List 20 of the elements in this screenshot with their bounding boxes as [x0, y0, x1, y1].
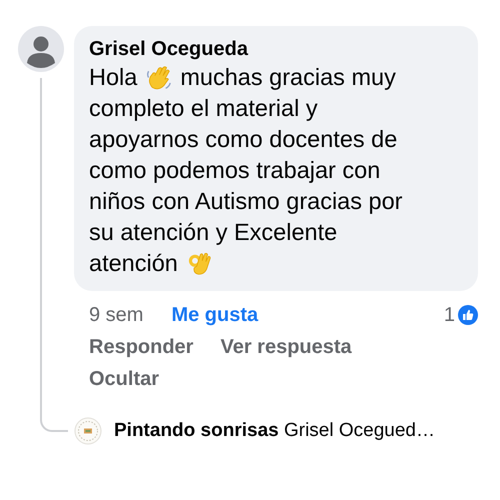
comment-text: apoyarnos como docentes de	[89, 125, 398, 154]
comment-text: niños con Autismo gracias por	[89, 187, 402, 216]
comment-text: atención	[89, 249, 178, 278]
comment-time: 9 sem	[89, 303, 144, 328]
action-link[interactable]: Ver respuesta	[220, 331, 352, 363]
comment-text: su atención y Excelente	[89, 218, 338, 247]
author-name[interactable]: Grisel Ocegueda	[89, 36, 464, 62]
comment-text: Hola	[89, 63, 138, 92]
reply-preview[interactable]: Pintando sonrisas Grisel Ocegued…	[114, 420, 435, 442]
comment-text: muchas gracias muy	[180, 63, 396, 92]
hide-link[interactable]: Ocultar	[89, 363, 160, 395]
like-icon[interactable]	[458, 305, 478, 325]
comment-text: como podemos trabajar con	[89, 156, 380, 185]
comment-text: completo el material y	[89, 94, 318, 123]
page-logo-icon[interactable]	[74, 417, 102, 445]
avatar-icon[interactable]	[18, 26, 64, 72]
action-link[interactable]: Responder	[89, 331, 194, 363]
reaction-count: 1	[444, 304, 455, 326]
like-link[interactable]: Me gusta	[171, 299, 258, 331]
waving-hand-icon	[145, 64, 172, 91]
